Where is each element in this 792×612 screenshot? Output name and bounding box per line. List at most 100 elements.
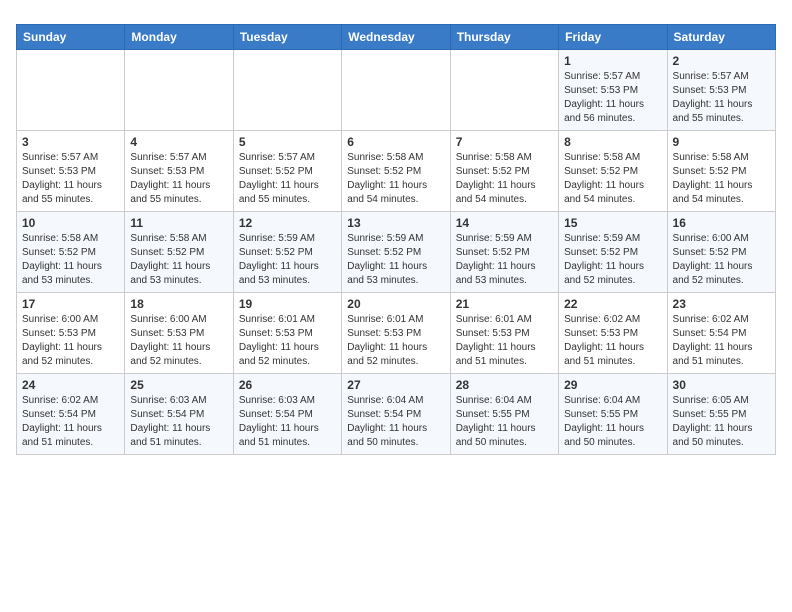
- calendar-cell: [233, 50, 341, 131]
- calendar-cell: 25 Sunrise: 6:03 AM Sunset: 5:54 PM Dayli…: [125, 374, 233, 455]
- calendar-cell: 1 Sunrise: 5:57 AM Sunset: 5:53 PM Daylig…: [559, 50, 667, 131]
- calendar-cell: [342, 50, 450, 131]
- calendar-cell: [125, 50, 233, 131]
- calendar-cell: 18Sunrise: 6:00 AM Sunset: 5:53 PM Dayli…: [125, 293, 233, 374]
- day-number: 20: [347, 297, 444, 311]
- weekday-header: Sunday: [17, 25, 125, 50]
- calendar-cell: 12 Sunrise: 5:59 AM Sunset: 5:52 PM Dayli…: [233, 212, 341, 293]
- calendar-cell: [450, 50, 558, 131]
- calendar-cell: 6 Sunrise: 5:58 AM Sunset: 5:52 PM Daylig…: [342, 131, 450, 212]
- weekday-header: Friday: [559, 25, 667, 50]
- day-number: 1: [564, 54, 661, 68]
- day-info: Sunrise: 5:58 AM Sunset: 5:52 PM Dayligh…: [130, 232, 227, 288]
- calendar-cell: 14 Sunrise: 5:59 AM Sunset: 5:52 PM Dayli…: [450, 212, 558, 293]
- day-info: Sunrise: 5:57 AM Sunset: 5:52 PM Dayligh…: [239, 151, 336, 207]
- day-info: Sunrise: 5:59 AM Sunset: 5:52 PM Dayligh…: [564, 232, 661, 288]
- day-number: 30: [673, 378, 770, 392]
- weekday-header-row: SundayMondayTuesdayWednesdayThursdayFrid…: [17, 25, 776, 50]
- calendar-cell: 5 Sunrise: 5:57 AM Sunset: 5:52 PM Daylig…: [233, 131, 341, 212]
- day-info: Sunrise: 6:05 AM Sunset: 5:55 PM Dayligh…: [673, 394, 770, 450]
- calendar-cell: 11 Sunrise: 5:58 AM Sunset: 5:52 PM Dayli…: [125, 212, 233, 293]
- day-number: 3: [22, 135, 119, 149]
- weekday-header: Thursday: [450, 25, 558, 50]
- calendar-cell: 29 Sunrise: 6:04 AM Sunset: 5:55 PM Dayli…: [559, 374, 667, 455]
- day-info: Sunrise: 6:00 AM Sunset: 5:53 PM Dayligh…: [22, 313, 119, 369]
- day-info: Sunrise: 6:02 AM Sunset: 5:53 PM Dayligh…: [564, 313, 661, 369]
- day-number: 25: [130, 378, 227, 392]
- weekday-header: Wednesday: [342, 25, 450, 50]
- day-number: 21: [456, 297, 553, 311]
- calendar-cell: 16 Sunrise: 6:00 AM Sunset: 5:52 PM Dayli…: [667, 212, 775, 293]
- day-number: 12: [239, 216, 336, 230]
- calendar-cell: 17 Sunrise: 6:00 AM Sunset: 5:53 PM Dayli…: [17, 293, 125, 374]
- day-number: 28: [456, 378, 553, 392]
- day-info: Sunrise: 6:01 AM Sunset: 5:53 PM Dayligh…: [456, 313, 553, 369]
- day-number: 17: [22, 297, 119, 311]
- calendar-cell: 27Sunrise: 6:04 AM Sunset: 5:54 PM Dayli…: [342, 374, 450, 455]
- calendar-week-row: 17 Sunrise: 6:00 AM Sunset: 5:53 PM Dayli…: [17, 293, 776, 374]
- calendar-cell: 19 Sunrise: 6:01 AM Sunset: 5:53 PM Dayli…: [233, 293, 341, 374]
- day-info: Sunrise: 5:57 AM Sunset: 5:53 PM Dayligh…: [22, 151, 119, 207]
- day-info: Sunrise: 6:04 AM Sunset: 5:55 PM Dayligh…: [564, 394, 661, 450]
- day-number: 10: [22, 216, 119, 230]
- day-info: Sunrise: 5:57 AM Sunset: 5:53 PM Dayligh…: [130, 151, 227, 207]
- calendar-cell: 8Sunrise: 5:58 AM Sunset: 5:52 PM Daylig…: [559, 131, 667, 212]
- calendar-cell: 20 Sunrise: 6:01 AM Sunset: 5:53 PM Dayli…: [342, 293, 450, 374]
- calendar-cell: 15 Sunrise: 5:59 AM Sunset: 5:52 PM Dayli…: [559, 212, 667, 293]
- calendar-cell: 30 Sunrise: 6:05 AM Sunset: 5:55 PM Dayli…: [667, 374, 775, 455]
- day-info: Sunrise: 5:58 AM Sunset: 5:52 PM Dayligh…: [347, 151, 444, 207]
- calendar-week-row: 24 Sunrise: 6:02 AM Sunset: 5:54 PM Dayli…: [17, 374, 776, 455]
- calendar-cell: 13Sunrise: 5:59 AM Sunset: 5:52 PM Dayli…: [342, 212, 450, 293]
- weekday-header: Saturday: [667, 25, 775, 50]
- day-number: 2: [673, 54, 770, 68]
- calendar-week-row: 10 Sunrise: 5:58 AM Sunset: 5:52 PM Dayli…: [17, 212, 776, 293]
- calendar-cell: 26Sunrise: 6:03 AM Sunset: 5:54 PM Dayli…: [233, 374, 341, 455]
- day-info: Sunrise: 6:02 AM Sunset: 5:54 PM Dayligh…: [673, 313, 770, 369]
- calendar-cell: 10 Sunrise: 5:58 AM Sunset: 5:52 PM Dayli…: [17, 212, 125, 293]
- day-info: Sunrise: 6:01 AM Sunset: 5:53 PM Dayligh…: [347, 313, 444, 369]
- calendar-cell: 2Sunrise: 5:57 AM Sunset: 5:53 PM Daylig…: [667, 50, 775, 131]
- day-info: Sunrise: 5:59 AM Sunset: 5:52 PM Dayligh…: [456, 232, 553, 288]
- weekday-header: Tuesday: [233, 25, 341, 50]
- day-number: 29: [564, 378, 661, 392]
- day-info: Sunrise: 5:58 AM Sunset: 5:52 PM Dayligh…: [22, 232, 119, 288]
- weekday-header: Monday: [125, 25, 233, 50]
- calendar-cell: 9 Sunrise: 5:58 AM Sunset: 5:52 PM Daylig…: [667, 131, 775, 212]
- calendar: SundayMondayTuesdayWednesdayThursdayFrid…: [16, 24, 776, 455]
- day-number: 8: [564, 135, 661, 149]
- day-number: 13: [347, 216, 444, 230]
- day-info: Sunrise: 6:01 AM Sunset: 5:53 PM Dayligh…: [239, 313, 336, 369]
- day-info: Sunrise: 5:58 AM Sunset: 5:52 PM Dayligh…: [673, 151, 770, 207]
- day-number: 14: [456, 216, 553, 230]
- day-info: Sunrise: 6:00 AM Sunset: 5:53 PM Dayligh…: [130, 313, 227, 369]
- day-number: 15: [564, 216, 661, 230]
- day-number: 5: [239, 135, 336, 149]
- day-info: Sunrise: 5:58 AM Sunset: 5:52 PM Dayligh…: [456, 151, 553, 207]
- day-info: Sunrise: 5:59 AM Sunset: 5:52 PM Dayligh…: [239, 232, 336, 288]
- day-number: 23: [673, 297, 770, 311]
- day-info: Sunrise: 6:03 AM Sunset: 5:54 PM Dayligh…: [239, 394, 336, 450]
- calendar-cell: [17, 50, 125, 131]
- calendar-cell: 23 Sunrise: 6:02 AM Sunset: 5:54 PM Dayli…: [667, 293, 775, 374]
- day-number: 16: [673, 216, 770, 230]
- calendar-cell: 24 Sunrise: 6:02 AM Sunset: 5:54 PM Dayli…: [17, 374, 125, 455]
- calendar-cell: 28 Sunrise: 6:04 AM Sunset: 5:55 PM Dayli…: [450, 374, 558, 455]
- day-info: Sunrise: 5:57 AM Sunset: 5:53 PM Dayligh…: [564, 70, 661, 126]
- day-info: Sunrise: 6:02 AM Sunset: 5:54 PM Dayligh…: [22, 394, 119, 450]
- calendar-cell: 3 Sunrise: 5:57 AM Sunset: 5:53 PM Daylig…: [17, 131, 125, 212]
- day-number: 22: [564, 297, 661, 311]
- day-number: 9: [673, 135, 770, 149]
- day-number: 6: [347, 135, 444, 149]
- day-info: Sunrise: 6:00 AM Sunset: 5:52 PM Dayligh…: [673, 232, 770, 288]
- calendar-cell: 4 Sunrise: 5:57 AM Sunset: 5:53 PM Daylig…: [125, 131, 233, 212]
- day-number: 4: [130, 135, 227, 149]
- day-info: Sunrise: 6:04 AM Sunset: 5:55 PM Dayligh…: [456, 394, 553, 450]
- day-info: Sunrise: 6:04 AM Sunset: 5:54 PM Dayligh…: [347, 394, 444, 450]
- day-info: Sunrise: 6:03 AM Sunset: 5:54 PM Dayligh…: [130, 394, 227, 450]
- calendar-cell: 7Sunrise: 5:58 AM Sunset: 5:52 PM Daylig…: [450, 131, 558, 212]
- calendar-cell: 22 Sunrise: 6:02 AM Sunset: 5:53 PM Dayli…: [559, 293, 667, 374]
- day-number: 19: [239, 297, 336, 311]
- day-number: 24: [22, 378, 119, 392]
- day-number: 11: [130, 216, 227, 230]
- calendar-cell: 21 Sunrise: 6:01 AM Sunset: 5:53 PM Dayli…: [450, 293, 558, 374]
